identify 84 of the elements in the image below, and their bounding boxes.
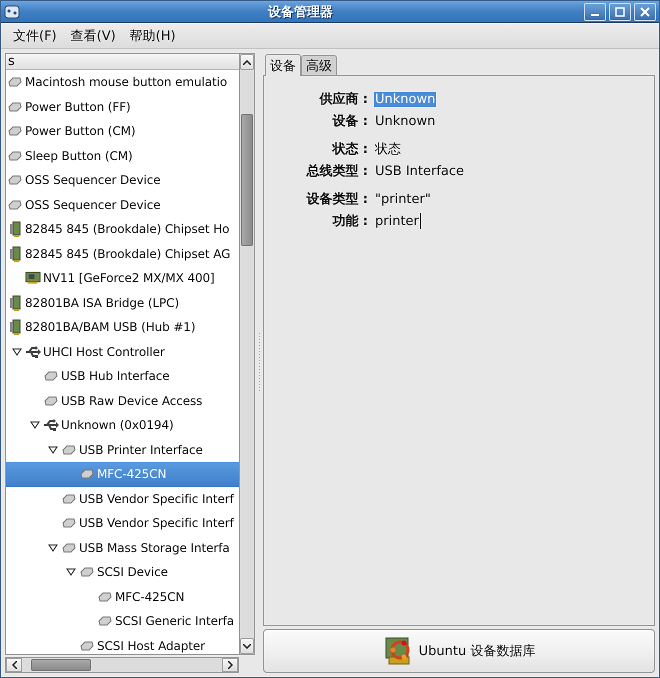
device-icon	[98, 592, 112, 602]
device-icon	[8, 175, 22, 186]
tree-item[interactable]: USB Hub Interface	[6, 364, 239, 388]
device-icon	[62, 542, 76, 553]
tree-item[interactable]: OSS Sequencer Device	[6, 192, 239, 217]
graphics-card-icon	[25, 271, 41, 286]
tree-item[interactable]: Unknown (0x0194)	[6, 413, 239, 438]
field-value: Unknown	[374, 92, 436, 106]
tree-item[interactable]: USB Printer Interface	[6, 438, 239, 462]
device-icon	[8, 150, 22, 161]
tree-item[interactable]: NV11 [GeForce2 MX/MX 400]	[6, 266, 239, 290]
window-title: 设备管理器	[266, 4, 334, 20]
field-value: USB Interface	[374, 164, 466, 178]
tree-item[interactable]: SCSI Generic Interfa	[6, 609, 239, 634]
field-label: 总线类型 :	[305, 163, 368, 180]
tab[interactable]: 高级	[301, 55, 337, 75]
device-icon	[98, 616, 112, 626]
device-icon	[44, 371, 58, 382]
tree-item[interactable]: 82801BA ISA Bridge (LPC)	[6, 290, 239, 315]
expander-icon[interactable]	[48, 544, 58, 552]
field-value: printer	[374, 214, 420, 228]
tree-item[interactable]: UHCI Host Controller	[6, 340, 239, 364]
pane-handle-icon[interactable]	[258, 333, 260, 393]
device-icon	[44, 396, 58, 406]
tab[interactable]: 设备	[265, 54, 301, 76]
scrollbar-thumb[interactable]	[241, 114, 253, 246]
tree-item[interactable]: Macintosh mouse button emulatio	[6, 70, 239, 94]
close-icon	[640, 6, 650, 16]
device-icon	[62, 444, 76, 455]
tree-item[interactable]: MFC-425CN	[6, 584, 239, 609]
circuit-board-icon	[10, 246, 20, 262]
device-database-button[interactable]: Ubuntu 设备数据库	[263, 629, 655, 673]
minimize-icon	[591, 14, 599, 16]
usb-icon	[43, 419, 59, 432]
expander-icon[interactable]	[48, 446, 58, 454]
maximize-icon	[615, 6, 625, 16]
circuit-board-icon	[10, 221, 20, 238]
field-label: 设备 :	[331, 113, 368, 130]
device-icon	[8, 126, 22, 136]
tree-item[interactable]: USB Vendor Specific Interf	[6, 511, 239, 536]
minimize-button[interactable]	[584, 2, 606, 20]
scrollbar-thumb[interactable]	[31, 659, 91, 671]
tree-item[interactable]: SCSI Host Adapter	[6, 634, 239, 654]
usb-icon	[25, 346, 41, 358]
menu-item[interactable]: 文件(F)	[7, 24, 63, 46]
device-icon	[62, 494, 76, 504]
field-value: Unknown	[374, 114, 436, 128]
device-icon	[80, 567, 94, 578]
tree-item[interactable]: Power Button (CM)	[6, 119, 239, 144]
circuit-board-icon	[10, 294, 20, 311]
app-icon	[4, 4, 20, 18]
device-icon	[62, 518, 76, 528]
tree-item[interactable]: 82845 845 (Brookdale) Chipset AG	[6, 242, 239, 266]
device-icon	[80, 469, 94, 480]
field-value: 状态	[374, 141, 402, 158]
tree-item[interactable]: SCSI Device	[6, 560, 239, 584]
tree-item[interactable]: OSS Sequencer Device	[6, 168, 239, 192]
maximize-button[interactable]	[609, 2, 631, 20]
tree-item[interactable]: 82801BA/BAM USB (Hub #1)	[6, 315, 239, 340]
field-label: 功能 :	[331, 213, 368, 230]
menu-item[interactable]: 帮助(H)	[124, 24, 182, 46]
device-icon	[80, 640, 94, 651]
field-label: 设备类型 :	[305, 191, 368, 208]
tree-item[interactable]: 82845 845 (Brookdale) Chipset Ho	[6, 217, 239, 242]
tree-item[interactable]: Power Button (FF)	[6, 94, 239, 119]
expander-icon[interactable]	[66, 568, 76, 576]
field-label: 状态 :	[330, 141, 368, 158]
device-icon	[8, 200, 22, 210]
device-icon	[8, 102, 22, 112]
menu-item[interactable]: 查看(V)	[64, 24, 122, 46]
expander-icon[interactable]	[30, 421, 40, 430]
field-label: 供应商 :	[318, 90, 368, 108]
close-button[interactable]	[634, 2, 656, 20]
tree-item[interactable]: Sleep Button (CM)	[6, 144, 239, 168]
device-icon	[8, 77, 22, 88]
circuit-board-icon	[10, 319, 20, 336]
field-value: "printer"	[374, 192, 432, 206]
tree-item[interactable]: USB Mass Storage Interfa	[6, 536, 239, 560]
column-header[interactable]: s	[6, 54, 239, 70]
expander-icon[interactable]	[12, 348, 22, 356]
tree-item[interactable]: USB Raw Device Access	[6, 388, 239, 413]
horizontal-scrollbar[interactable]	[5, 657, 239, 673]
vertical-scrollbar[interactable]	[239, 53, 255, 655]
tree-item[interactable]: USB Vendor Specific Interf	[6, 486, 239, 511]
